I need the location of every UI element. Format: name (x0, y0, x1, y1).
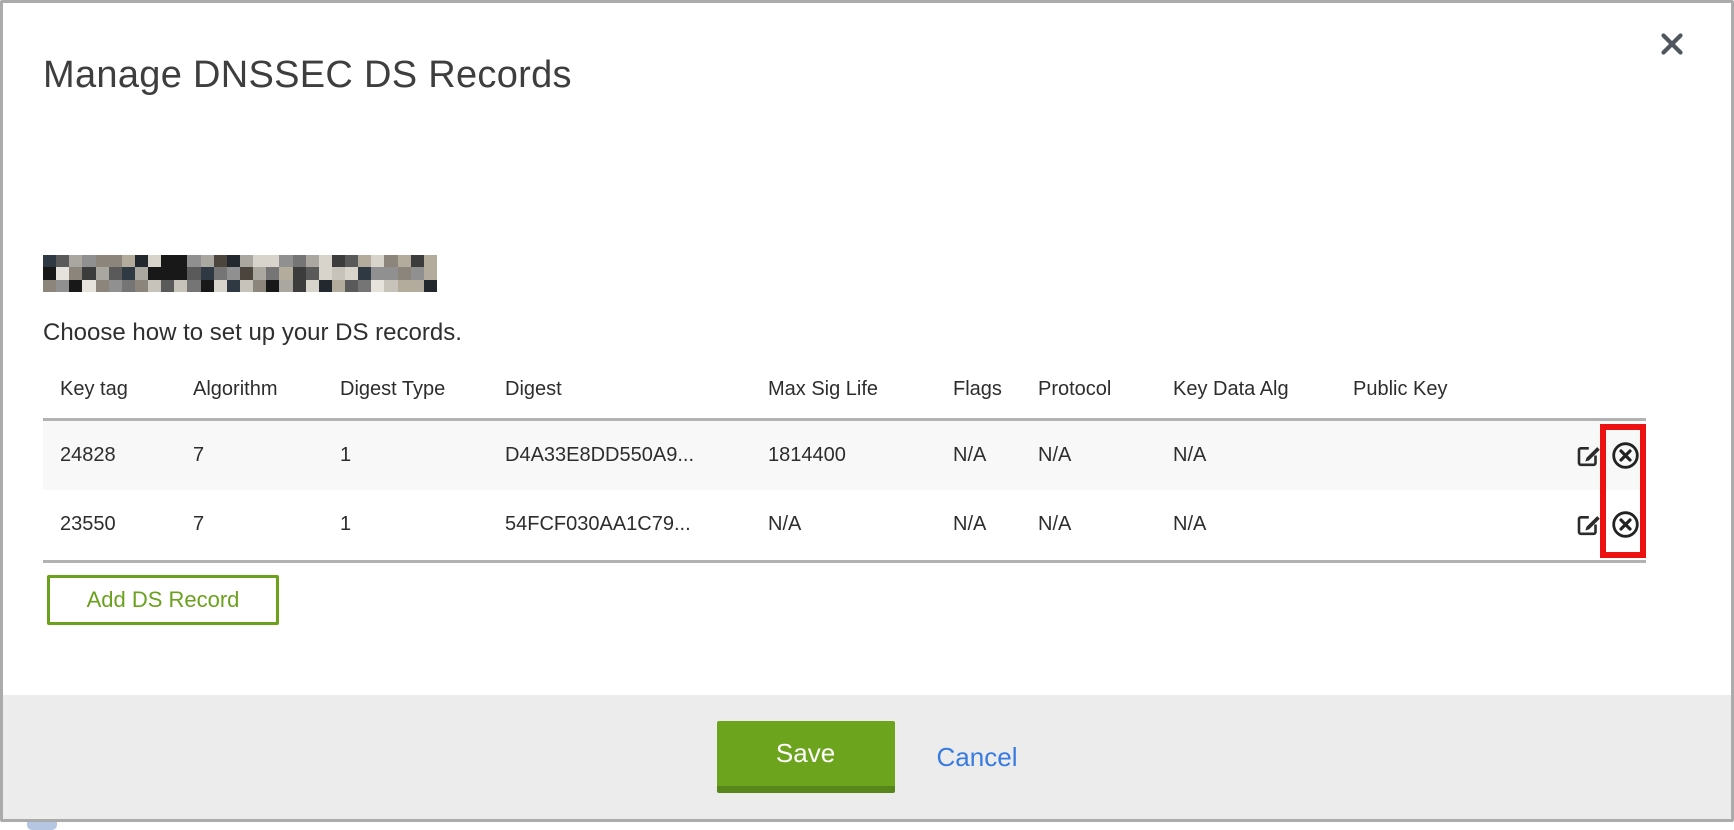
col-header-digest-type: Digest Type (323, 361, 488, 419)
col-header-flags: Flags (936, 361, 1021, 419)
cell-max-sig-life: N/A (751, 490, 936, 561)
cell-key-tag: 23550 (43, 490, 176, 561)
col-header-algorithm: Algorithm (176, 361, 323, 419)
cancel-link[interactable]: Cancel (937, 742, 1018, 773)
col-header-max-sig-life: Max Sig Life (751, 361, 936, 419)
cell-max-sig-life: 1814400 (751, 419, 936, 490)
cell-public-key (1336, 419, 1556, 490)
col-header-public-key: Public Key (1336, 361, 1556, 419)
cell-flags: N/A (936, 490, 1021, 561)
cell-public-key (1336, 490, 1556, 561)
cell-digest-type: 1 (323, 419, 488, 490)
close-icon[interactable] (1655, 27, 1689, 61)
col-header-key-tag: Key tag (43, 361, 176, 419)
redacted-domain (43, 255, 437, 292)
ds-records-table: Key tag Algorithm Digest Type Digest Max… (43, 361, 1646, 563)
background-page-fragment (27, 822, 57, 830)
col-header-digest: Digest (488, 361, 751, 419)
instruction-text: Choose how to set up your DS records. (43, 319, 462, 347)
save-button[interactable]: Save (717, 721, 895, 793)
delete-record-icon[interactable] (1610, 440, 1641, 471)
table-row: 23550 7 1 54FCF030AA1C79... N/A N/A N/A … (43, 490, 1646, 561)
cell-protocol: N/A (1021, 419, 1156, 490)
table-header-row: Key tag Algorithm Digest Type Digest Max… (43, 361, 1646, 419)
col-header-actions (1556, 361, 1646, 419)
cell-digest: 54FCF030AA1C79... (488, 490, 751, 561)
cell-algorithm: 7 (176, 490, 323, 561)
row-actions (1556, 419, 1646, 490)
dialog-title: Manage DNSSEC DS Records (43, 54, 572, 97)
ds-records-table-wrap: Key tag Algorithm Digest Type Digest Max… (43, 361, 1646, 563)
cell-key-data-alg: N/A (1156, 419, 1336, 490)
screenshot-stage: Manage DNSSEC DS Records Choose how to s… (0, 0, 1734, 830)
dialog-footer: Save Cancel (3, 695, 1731, 819)
col-header-protocol: Protocol (1021, 361, 1156, 419)
delete-record-icon[interactable] (1610, 509, 1641, 540)
cell-algorithm: 7 (176, 419, 323, 490)
cell-digest-type: 1 (323, 490, 488, 561)
cell-key-tag: 24828 (43, 419, 176, 490)
page-behind-modal (0, 822, 1734, 830)
cell-digest: D4A33E8DD550A9... (488, 419, 751, 490)
cell-flags: N/A (936, 419, 1021, 490)
add-ds-record-button[interactable]: Add DS Record (47, 575, 279, 625)
table-row: 24828 7 1 D4A33E8DD550A9... 1814400 N/A … (43, 419, 1646, 490)
table-body: 24828 7 1 D4A33E8DD550A9... 1814400 N/A … (43, 419, 1646, 561)
edit-record-icon[interactable] (1575, 442, 1602, 469)
row-actions (1556, 490, 1646, 561)
col-header-key-data-alg: Key Data Alg (1156, 361, 1336, 419)
cell-protocol: N/A (1021, 490, 1156, 561)
cell-key-data-alg: N/A (1156, 490, 1336, 561)
manage-dnssec-dialog: Manage DNSSEC DS Records Choose how to s… (0, 0, 1734, 822)
edit-record-icon[interactable] (1575, 511, 1602, 538)
